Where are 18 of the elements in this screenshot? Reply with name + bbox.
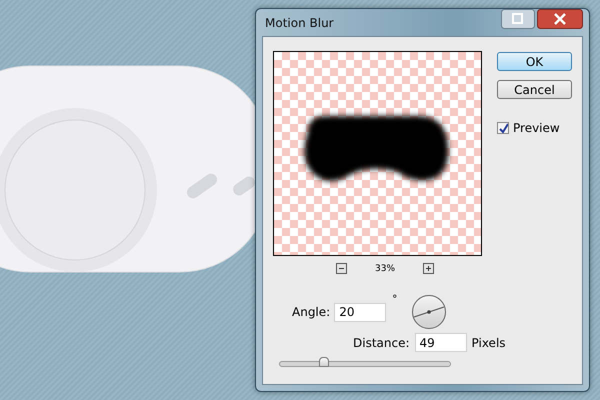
angle-dial[interactable] [411, 294, 448, 330]
angle-input[interactable]: 20 [334, 302, 386, 322]
preview-checkbox[interactable] [497, 122, 509, 134]
zoom-out-icon[interactable] [336, 263, 347, 274]
slider-thumb[interactable] [319, 357, 330, 367]
window-title: Motion Blur [265, 16, 334, 30]
distance-unit: Pixels [472, 336, 506, 350]
zoom-in-icon[interactable] [423, 263, 434, 274]
preview-label: Preview [513, 121, 560, 135]
distance-input[interactable]: 49 [414, 333, 467, 352]
close-icon[interactable] [537, 9, 583, 29]
degree-unit: ° [392, 294, 398, 305]
angle-label: Angle: [292, 305, 330, 319]
restore-icon[interactable] [501, 9, 535, 29]
ok-button[interactable]: OK [497, 52, 572, 71]
cancel-button[interactable]: Cancel [497, 80, 572, 99]
distance-label: Distance: [353, 336, 410, 350]
zoom-level: 33% [375, 264, 396, 274]
